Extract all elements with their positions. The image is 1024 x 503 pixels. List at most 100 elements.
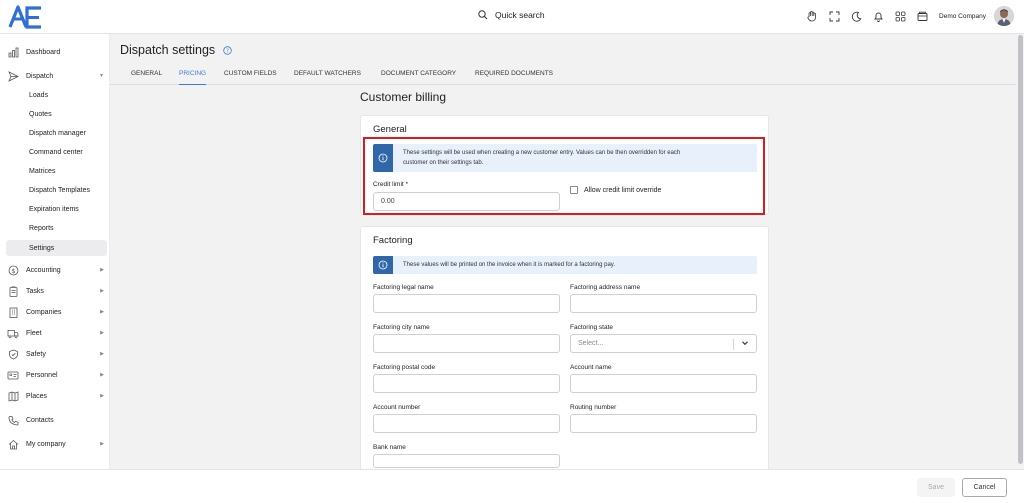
allow-override-checkbox[interactable] [570, 186, 578, 194]
sidebar: Dashboard Dispatch ▼ Loads Quotes Dispat… [0, 34, 110, 469]
user-avatar[interactable] [994, 6, 1014, 26]
sidebar-item-matrices[interactable]: Matrices [6, 163, 107, 179]
chevron-down-icon: ▼ [99, 73, 104, 79]
factoring-city-input[interactable] [373, 334, 560, 353]
sidebar-item-personnel[interactable]: Personnel ▶ [6, 367, 106, 383]
dollar-icon: $ [6, 263, 20, 277]
info-icon [378, 260, 388, 270]
moon-icon[interactable] [849, 9, 863, 23]
sidebar-item-command-center[interactable]: Command center [6, 144, 107, 160]
account-number-input[interactable] [373, 414, 560, 433]
sidebar-item-label: My company [26, 440, 66, 448]
help-icon[interactable]: ? [223, 45, 232, 55]
routing-number-input[interactable] [570, 414, 757, 433]
tab-document-category[interactable]: DOCUMENT CATEGORY [381, 70, 456, 85]
sidebar-item-loads[interactable]: Loads [6, 87, 107, 103]
sidebar-item-my-company[interactable]: My company ▶ [6, 436, 106, 452]
hand-icon[interactable] [805, 9, 819, 23]
sidebar-item-dispatch-templates[interactable]: Dispatch Templates [6, 182, 107, 198]
info-icon [378, 153, 388, 163]
company-name[interactable]: Demo Company [939, 13, 986, 20]
clipboard-icon [6, 284, 20, 298]
sidebar-item-label: Dispatch [26, 72, 54, 80]
factoring-city-label: Factoring city name [373, 324, 430, 331]
sidebar-item-label: Companies [26, 308, 62, 316]
truck-icon [6, 326, 20, 340]
app-logo[interactable] [8, 4, 44, 30]
main-content: Dispatch settings ? GENERAL PRICING CUST… [110, 34, 1016, 486]
factoring-state-placeholder: Select... [578, 340, 604, 347]
sidebar-item-dashboard[interactable]: Dashboard [6, 44, 106, 60]
sidebar-item-companies[interactable]: Companies ▶ [6, 304, 106, 320]
allow-credit-limit-override[interactable]: Allow credit limit override [570, 186, 661, 194]
cancel-button[interactable]: Cancel [962, 478, 1007, 497]
tab-general[interactable]: GENERAL [131, 70, 162, 85]
svg-text:?: ? [226, 48, 229, 54]
footer-bar: Save Cancel [0, 469, 1024, 503]
tab-custom-fields[interactable]: CUSTOM FIELDS [224, 70, 277, 85]
credit-limit-input[interactable]: 0.00 [373, 192, 560, 211]
account-number-label: Account number [373, 404, 421, 411]
scrollbar-thumb[interactable] [1018, 35, 1023, 464]
tab-required-documents[interactable]: REQUIRED DOCUMENTS [475, 70, 553, 85]
wallet-icon[interactable] [915, 9, 929, 23]
sidebar-item-label: Accounting [26, 266, 61, 274]
map-icon [6, 389, 20, 403]
factoring-legal-name-input[interactable] [373, 294, 560, 313]
factoring-legal-name-label: Factoring legal name [373, 284, 434, 291]
factoring-card-title: Factoring [373, 235, 413, 246]
factoring-state-label: Factoring state [570, 324, 613, 331]
account-name-input[interactable] [570, 374, 757, 393]
factoring-address-name-input[interactable] [570, 294, 757, 313]
sidebar-item-safety[interactable]: Safety ▶ [6, 346, 106, 362]
chevron-right-icon: ▶ [100, 330, 104, 336]
sidebar-item-expiration-items[interactable]: Expiration items [6, 201, 107, 217]
sidebar-item-places[interactable]: Places ▶ [6, 388, 106, 404]
factoring-state-select[interactable]: Select... [570, 334, 757, 353]
chevron-right-icon: ▶ [100, 393, 104, 399]
sidebar-item-dispatch-manager[interactable]: Dispatch manager [6, 125, 107, 141]
factoring-info-text: These values will be printed on the invo… [403, 262, 615, 268]
general-info-banner: These settings will be used when creatin… [373, 144, 757, 172]
dashboard-icon [6, 45, 20, 59]
send-icon [6, 69, 20, 83]
page-title: Dispatch settings ? [120, 43, 232, 57]
chevron-right-icon: ▶ [100, 288, 104, 294]
sidebar-item-quotes[interactable]: Quotes [6, 106, 107, 122]
scrollbar[interactable] [1017, 34, 1024, 469]
expand-icon[interactable] [827, 9, 841, 23]
sidebar-item-accounting[interactable]: $ Accounting ▶ [6, 262, 106, 278]
sidebar-item-contacts[interactable]: Contacts [6, 412, 106, 428]
general-card: General These settings will be used when… [360, 115, 769, 215]
sidebar-item-label: Places [26, 392, 48, 400]
tab-default-watchers[interactable]: DEFAULT WATCHERS [294, 70, 361, 85]
sidebar-item-dispatch[interactable]: Dispatch ▼ [6, 68, 106, 84]
sidebar-item-label: Contacts [26, 416, 54, 424]
tab-pricing[interactable]: PRICING [179, 70, 207, 85]
save-button[interactable]: Save [917, 478, 955, 497]
factoring-postal-input[interactable] [373, 374, 560, 393]
account-name-label: Account name [570, 364, 612, 371]
sidebar-item-label: Personnel [26, 371, 58, 379]
search-icon [478, 10, 488, 20]
chevron-right-icon: ▶ [100, 351, 104, 357]
quick-search[interactable]: Quick search [478, 10, 545, 20]
factoring-postal-label: Factoring postal code [373, 364, 436, 371]
sidebar-item-fleet[interactable]: Fleet ▶ [6, 325, 106, 341]
chevron-down-icon [742, 341, 748, 346]
factoring-address-name-label: Factoring address name [570, 284, 641, 291]
bell-icon[interactable] [871, 9, 885, 23]
bank-name-input[interactable] [373, 454, 560, 468]
credit-limit-value: 0.00 [381, 198, 395, 205]
chevron-right-icon: ▶ [100, 267, 104, 273]
phone-icon [6, 413, 20, 427]
sidebar-item-settings[interactable]: Settings [6, 240, 107, 256]
chevron-right-icon: ▶ [100, 372, 104, 378]
bank-name-label: Bank name [373, 444, 406, 451]
settings-tabs: GENERAL PRICING CUSTOM FIELDS DEFAULT WA… [110, 67, 1016, 85]
sidebar-item-tasks[interactable]: Tasks ▶ [6, 283, 106, 299]
apps-grid-icon[interactable] [893, 9, 907, 23]
sidebar-item-reports[interactable]: Reports [6, 220, 107, 236]
general-card-title: General [373, 124, 407, 135]
page-title-text: Dispatch settings [120, 43, 216, 57]
